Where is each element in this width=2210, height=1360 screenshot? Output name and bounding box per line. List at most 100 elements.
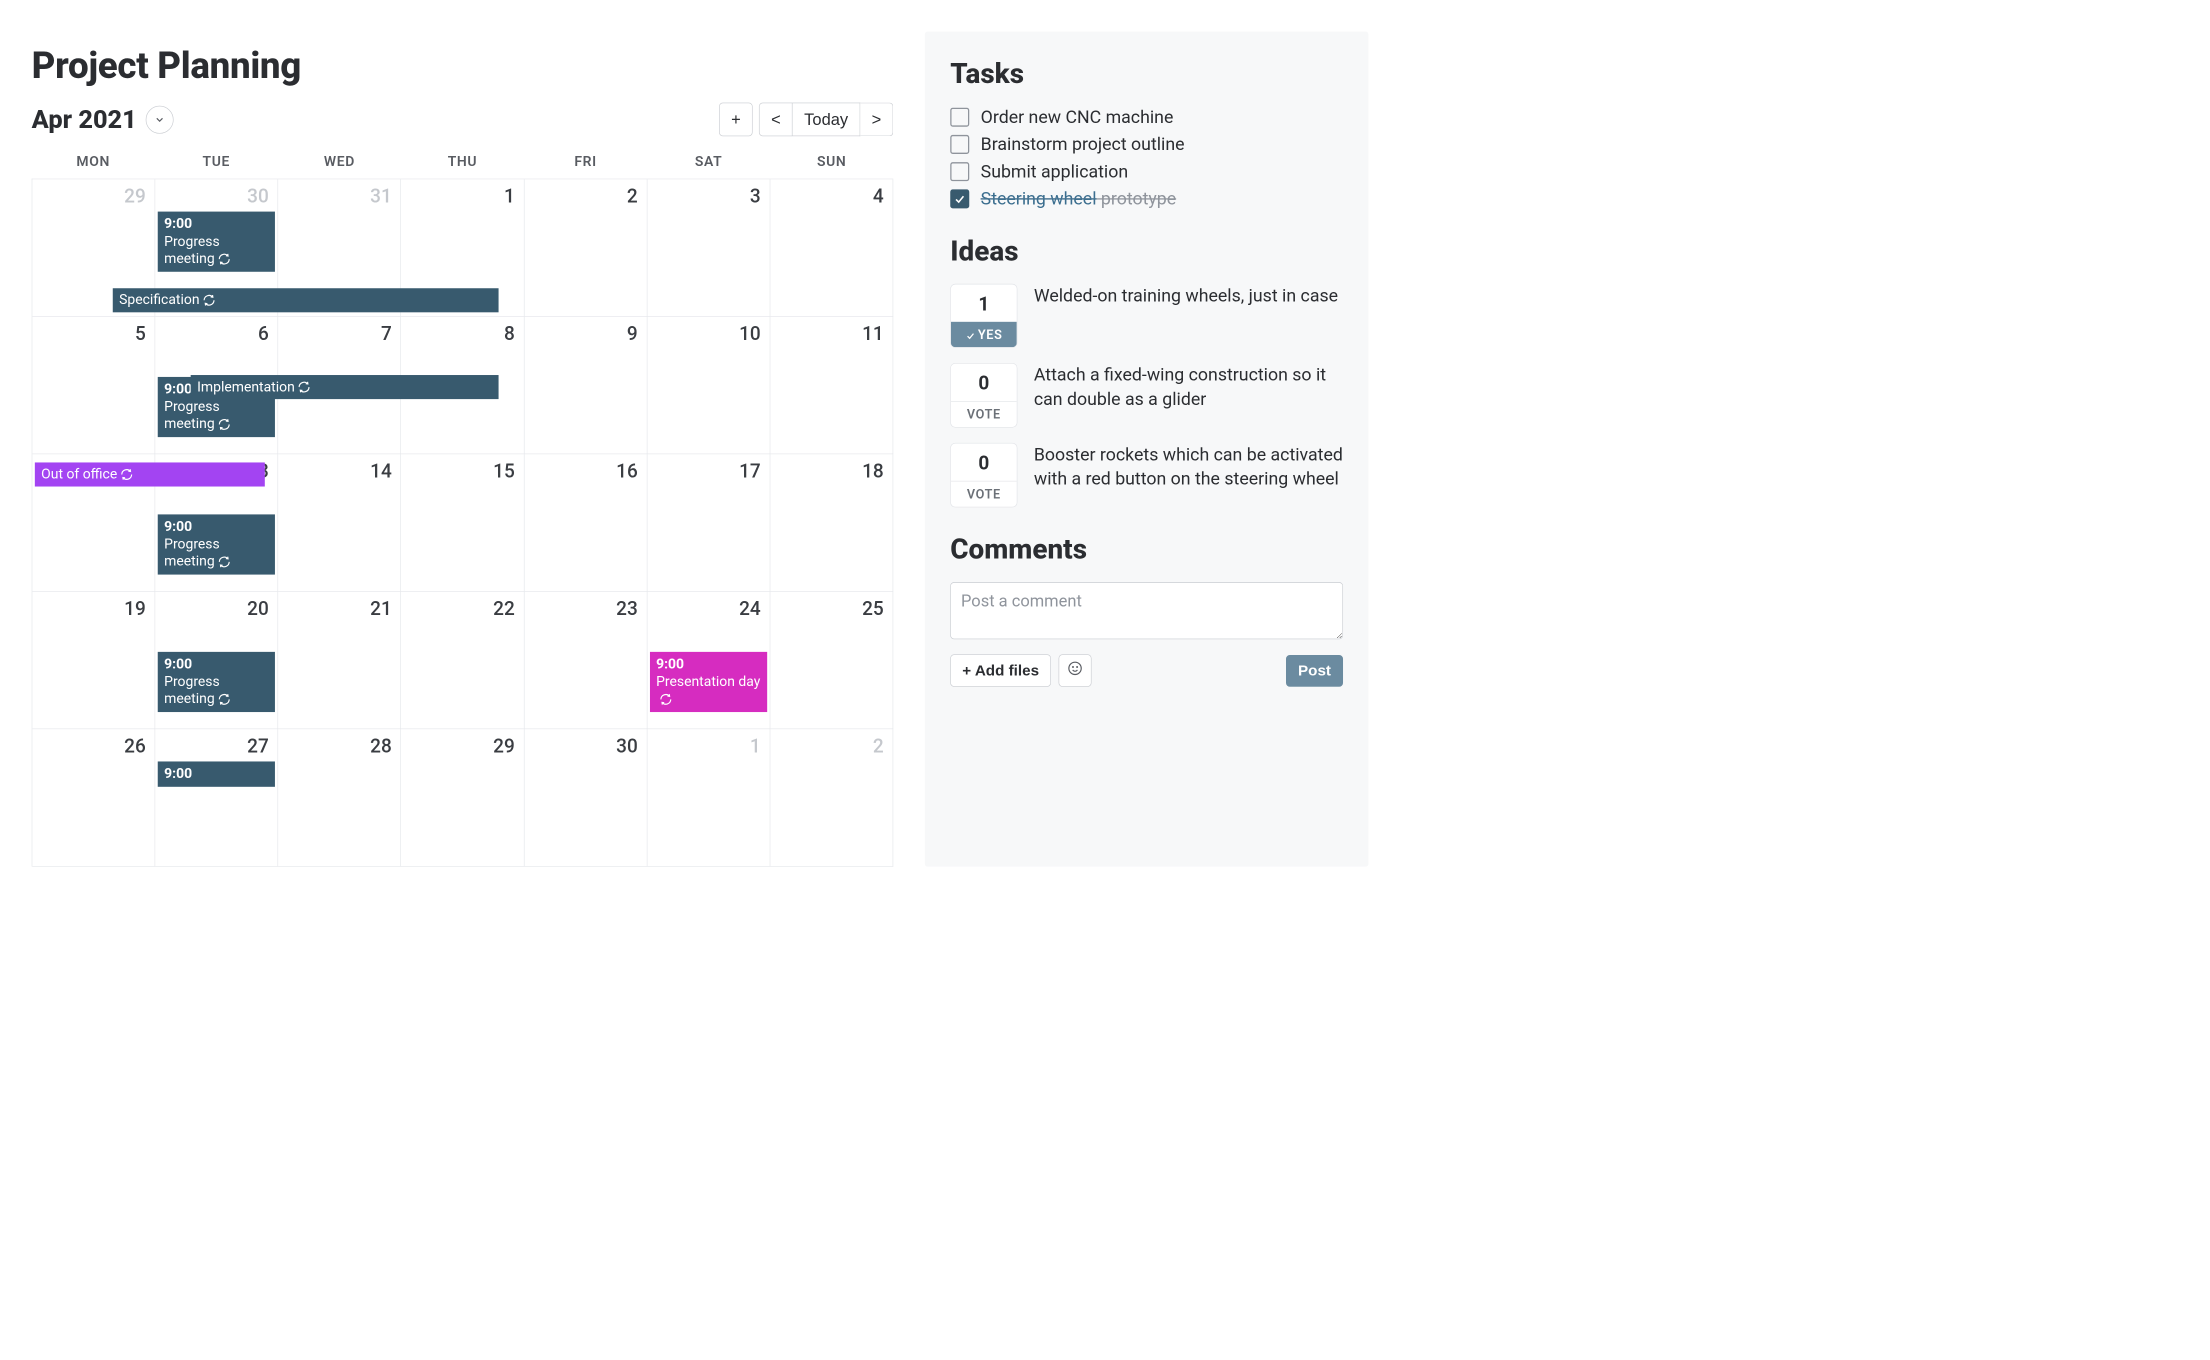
vote-widget: 0VOTE xyxy=(950,363,1017,428)
weekday-label: FRI xyxy=(524,145,647,179)
day-number: 30 xyxy=(524,733,646,762)
day-number: 16 xyxy=(524,458,646,487)
add-event-button[interactable]: + xyxy=(719,103,753,137)
day-cell[interactable]: 5 xyxy=(32,317,155,454)
calendar-event-bar[interactable]: Out of office xyxy=(35,462,265,486)
day-cell[interactable]: 16 xyxy=(524,454,647,591)
day-cell[interactable]: 17 xyxy=(647,454,770,591)
task-list: Order new CNC machine Brainstorm project … xyxy=(950,106,1343,209)
recurring-icon xyxy=(217,693,231,707)
day-number: 1 xyxy=(401,183,523,212)
task-label: Order new CNC machine xyxy=(981,106,1174,127)
recurring-icon xyxy=(217,555,231,569)
prev-button[interactable]: < xyxy=(759,103,793,137)
day-cell[interactable]: 26 xyxy=(32,729,155,866)
day-number: 7 xyxy=(278,321,400,350)
day-cell[interactable]: 279:00 xyxy=(155,729,278,866)
emoji-button[interactable] xyxy=(1059,654,1092,686)
day-number: 24 xyxy=(647,595,769,624)
day-cell[interactable]: 18 xyxy=(770,454,893,591)
calendar-grid: 29309:00Progress meeting311234569:00Prog… xyxy=(32,179,894,867)
calendar-event[interactable]: 9:00Presentation day xyxy=(650,652,767,712)
day-cell[interactable]: 29 xyxy=(401,729,524,866)
weekday-label: THU xyxy=(401,145,524,179)
idea-item: 1YESWelded-on training wheels, just in c… xyxy=(950,284,1343,348)
day-number: 6 xyxy=(155,321,277,350)
day-number: 27 xyxy=(155,733,277,762)
day-cell[interactable]: 21 xyxy=(278,592,401,729)
day-cell[interactable]: 9 xyxy=(524,317,647,454)
task-checkbox[interactable] xyxy=(950,189,969,208)
calendar-event[interactable]: 9:00Progress meeting xyxy=(158,212,275,272)
task-item[interactable]: Brainstorm project outline xyxy=(950,134,1343,155)
vote-button[interactable]: VOTE xyxy=(951,401,1017,427)
recurring-icon xyxy=(217,418,231,432)
day-cell[interactable]: 15 xyxy=(401,454,524,591)
day-cell[interactable]: 1 xyxy=(647,729,770,866)
weekday-label: TUE xyxy=(155,145,278,179)
calendar-event-bar[interactable]: Specification xyxy=(113,288,499,312)
day-cell[interactable]: 25 xyxy=(770,592,893,729)
weekday-header: MONTUEWEDTHUFRISATSUN xyxy=(32,145,894,179)
day-cell[interactable]: 24 9:00Presentation day xyxy=(647,592,770,729)
day-number: 22 xyxy=(401,595,523,624)
day-cell[interactable]: 14 xyxy=(278,454,401,591)
day-number: 11 xyxy=(770,321,892,350)
day-number: 28 xyxy=(278,733,400,762)
task-item[interactable]: Submit application xyxy=(950,161,1343,182)
day-number: 29 xyxy=(32,183,154,212)
day-number: 17 xyxy=(647,458,769,487)
day-cell[interactable]: 2 xyxy=(524,179,647,316)
task-item[interactable]: Steering wheel prototype xyxy=(950,188,1343,209)
day-cell[interactable]: 2 xyxy=(770,729,893,866)
calendar-event[interactable]: 9:00Progress meeting xyxy=(158,514,275,574)
day-cell[interactable]: 23 xyxy=(524,592,647,729)
day-cell[interactable]: 28 xyxy=(278,729,401,866)
today-button[interactable]: Today xyxy=(793,103,860,137)
idea-list: 1YESWelded-on training wheels, just in c… xyxy=(950,284,1343,508)
next-button[interactable]: > xyxy=(860,103,893,137)
day-number: 29 xyxy=(401,733,523,762)
month-label: Apr 2021 xyxy=(32,105,174,135)
recurring-icon xyxy=(297,380,311,394)
add-files-button[interactable]: + Add files xyxy=(950,654,1051,686)
day-cell[interactable]: 3 xyxy=(647,179,770,316)
recurring-icon xyxy=(217,252,231,266)
calendar-panel: Project Planning Apr 2021 + < Today > MO… xyxy=(32,32,894,867)
post-button[interactable]: Post xyxy=(1286,655,1343,687)
calendar-nav: + < Today > xyxy=(719,103,893,137)
day-number: 2 xyxy=(770,733,892,762)
day-number: 2 xyxy=(524,183,646,212)
task-label: Submit application xyxy=(981,161,1129,182)
task-checkbox[interactable] xyxy=(950,135,969,154)
day-number: 30 xyxy=(155,183,277,212)
vote-button[interactable]: YES xyxy=(951,322,1017,347)
calendar-event-bar[interactable]: Implementation xyxy=(191,375,499,399)
day-number: 5 xyxy=(32,321,154,350)
vote-widget: 0VOTE xyxy=(950,443,1017,508)
day-number: 19 xyxy=(32,595,154,624)
calendar-event[interactable]: 9:00 xyxy=(158,761,275,786)
day-cell[interactable]: 30 xyxy=(524,729,647,866)
task-link[interactable]: Steering wheel xyxy=(981,188,1097,209)
day-number: 21 xyxy=(278,595,400,624)
calendar-event[interactable]: 9:00Progress meeting xyxy=(158,652,275,712)
task-item[interactable]: Order new CNC machine xyxy=(950,106,1343,127)
task-label: Brainstorm project outline xyxy=(981,134,1185,155)
day-number: 9 xyxy=(524,321,646,350)
day-cell[interactable]: 19 xyxy=(32,592,155,729)
day-cell[interactable]: 22 xyxy=(401,592,524,729)
day-number: 20 xyxy=(155,595,277,624)
task-checkbox[interactable] xyxy=(950,107,969,126)
vote-count: 0 xyxy=(951,364,1017,401)
day-cell[interactable]: 4 xyxy=(770,179,893,316)
vote-button[interactable]: VOTE xyxy=(951,481,1017,507)
comment-input[interactable] xyxy=(950,582,1343,639)
task-checkbox[interactable] xyxy=(950,162,969,181)
chevron-down-icon xyxy=(154,114,165,125)
day-cell[interactable]: 20 9:00Progress meeting xyxy=(155,592,278,729)
month-picker-button[interactable] xyxy=(146,105,174,133)
day-cell[interactable]: 11 xyxy=(770,317,893,454)
day-cell[interactable]: 10 xyxy=(647,317,770,454)
vote-count: 0 xyxy=(951,443,1017,480)
